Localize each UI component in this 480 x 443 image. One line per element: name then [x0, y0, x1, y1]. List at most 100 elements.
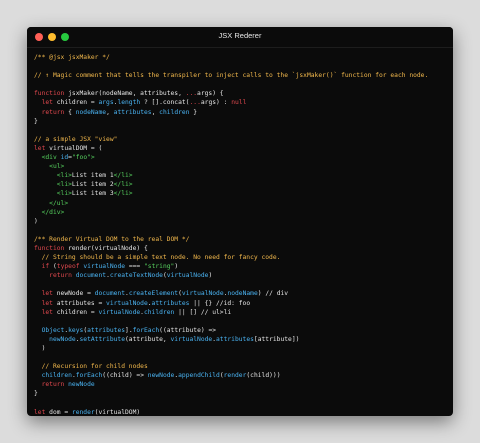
- code-line: /** Render Virtual DOM to the real DOM *…: [34, 235, 449, 244]
- code-line: let children = args.length ? [].concat(.…: [34, 98, 449, 107]
- code-token: function: [34, 90, 65, 98]
- code-line: /** @jsx jsxMaker */: [34, 53, 449, 62]
- code-token: document: [75, 272, 107, 280]
- code-token: ((child) =>: [102, 372, 148, 380]
- code-token: ===: [125, 263, 144, 271]
- code-token: (: [49, 263, 57, 271]
- code-token: attributes: [216, 335, 254, 343]
- code-token: || {} //id: foo: [189, 299, 251, 307]
- code-line: let newNode = document.createElement(vir…: [34, 289, 449, 298]
- code-line: children.forEach((child) => newNode.appe…: [34, 371, 449, 380]
- code-token: // String should be a simple text node. …: [41, 254, 281, 262]
- code-token: args) {: [197, 90, 224, 98]
- code-token: List item 2: [71, 181, 114, 189]
- code-token: virtualNode: [181, 290, 224, 298]
- code-token: ): [174, 263, 179, 271]
- code-token: render: [223, 372, 247, 380]
- code-token: return: [49, 272, 72, 280]
- code-line: }: [34, 117, 449, 126]
- code-token: ].: [125, 326, 133, 334]
- code-line: </div>: [34, 208, 449, 217]
- code-line: Object.keys(attributes].forEach((attribu…: [34, 326, 449, 335]
- code-line: ): [34, 217, 449, 226]
- code-token: newNode: [49, 335, 76, 343]
- code-token: createElement: [128, 290, 179, 298]
- code-token: null: [231, 99, 247, 107]
- code-token: attributes: [87, 326, 126, 334]
- code-token: </li>: [113, 181, 133, 189]
- code-token: ((attribute) =>: [159, 326, 217, 334]
- code-token: "foo": [71, 154, 91, 162]
- code-token: let: [34, 144, 46, 152]
- code-token: keys: [68, 326, 84, 334]
- code-line: if (typeof virtualNode === "string"): [34, 262, 449, 271]
- code-token: attributes: [151, 299, 190, 307]
- code-token: }: [34, 390, 38, 398]
- code-token: virtualNode: [83, 263, 126, 271]
- code-token: virtualNode: [98, 308, 141, 316]
- code-token: return: [41, 381, 65, 389]
- code-token: ...: [189, 99, 201, 107]
- code-line: <ul>: [34, 162, 449, 171]
- code-token: children =: [52, 308, 99, 316]
- code-line: return newNode: [34, 380, 449, 389]
- code-line: let dom = render(virtualDOM): [34, 408, 449, 416]
- code-token: virtualNode: [166, 272, 209, 280]
- code-line: return { nodeName, attributes, children …: [34, 108, 449, 117]
- code-token: // a simple JSX "view": [34, 135, 118, 143]
- code-token: || [] // ul>li: [174, 308, 232, 316]
- code-token: forEach: [132, 326, 160, 334]
- code-token: List item 1: [71, 172, 114, 180]
- code-token: nodeName: [227, 290, 258, 298]
- code-line: <li>List item 1</li>: [34, 171, 449, 180]
- code-token: (child))): [246, 372, 281, 380]
- code-line: // String should be a simple text node. …: [34, 253, 449, 262]
- code-token: ) // div: [257, 290, 289, 298]
- code-token: List item 3: [71, 190, 114, 198]
- code-token: ): [208, 272, 213, 280]
- code-line: // Recursion for child nodes: [34, 362, 449, 371]
- code-line: // a simple JSX "view": [34, 135, 449, 144]
- code-token: render: [71, 408, 95, 416]
- code-token: attributes =: [52, 299, 107, 307]
- code-token: newNode: [147, 372, 175, 380]
- code-token: /** @jsx jsxMaker */: [34, 54, 110, 61]
- code-line: </ul>: [34, 199, 449, 208]
- code-line: let attributes = virtualNode.attributes …: [34, 299, 449, 308]
- code-line: let virtualDOM = (: [34, 144, 449, 153]
- code-token: (virtualDOM): [94, 408, 141, 416]
- code-line: }: [34, 389, 449, 398]
- code-token: [attribute]): [253, 335, 300, 343]
- code-line: <li>List item 3</li>: [34, 189, 449, 198]
- code-token: let: [34, 408, 46, 416]
- code-token: // ↑ Magic comment that tells the transp…: [34, 72, 429, 80]
- code-token: (attribute,: [125, 335, 171, 343]
- code-token: ...: [185, 90, 198, 98]
- code-editor[interactable]: /** @jsx jsxMaker */ // ↑ Magic comment …: [34, 53, 449, 416]
- code-token: "string": [144, 263, 175, 271]
- code-token: Object: [41, 326, 65, 334]
- code-token: }: [189, 108, 198, 116]
- code-token: </li>: [113, 172, 133, 180]
- code-token: forEach: [75, 372, 103, 380]
- code-token: let: [41, 290, 53, 298]
- code-line: newNode.setAttribute(attribute, virtualN…: [34, 335, 449, 344]
- code-token: ? [].concat(: [140, 99, 190, 107]
- code-window: JSX Rederer /** @jsx jsxMaker */ // ↑ Ma…: [27, 27, 453, 416]
- code-token: attributes: [113, 108, 152, 116]
